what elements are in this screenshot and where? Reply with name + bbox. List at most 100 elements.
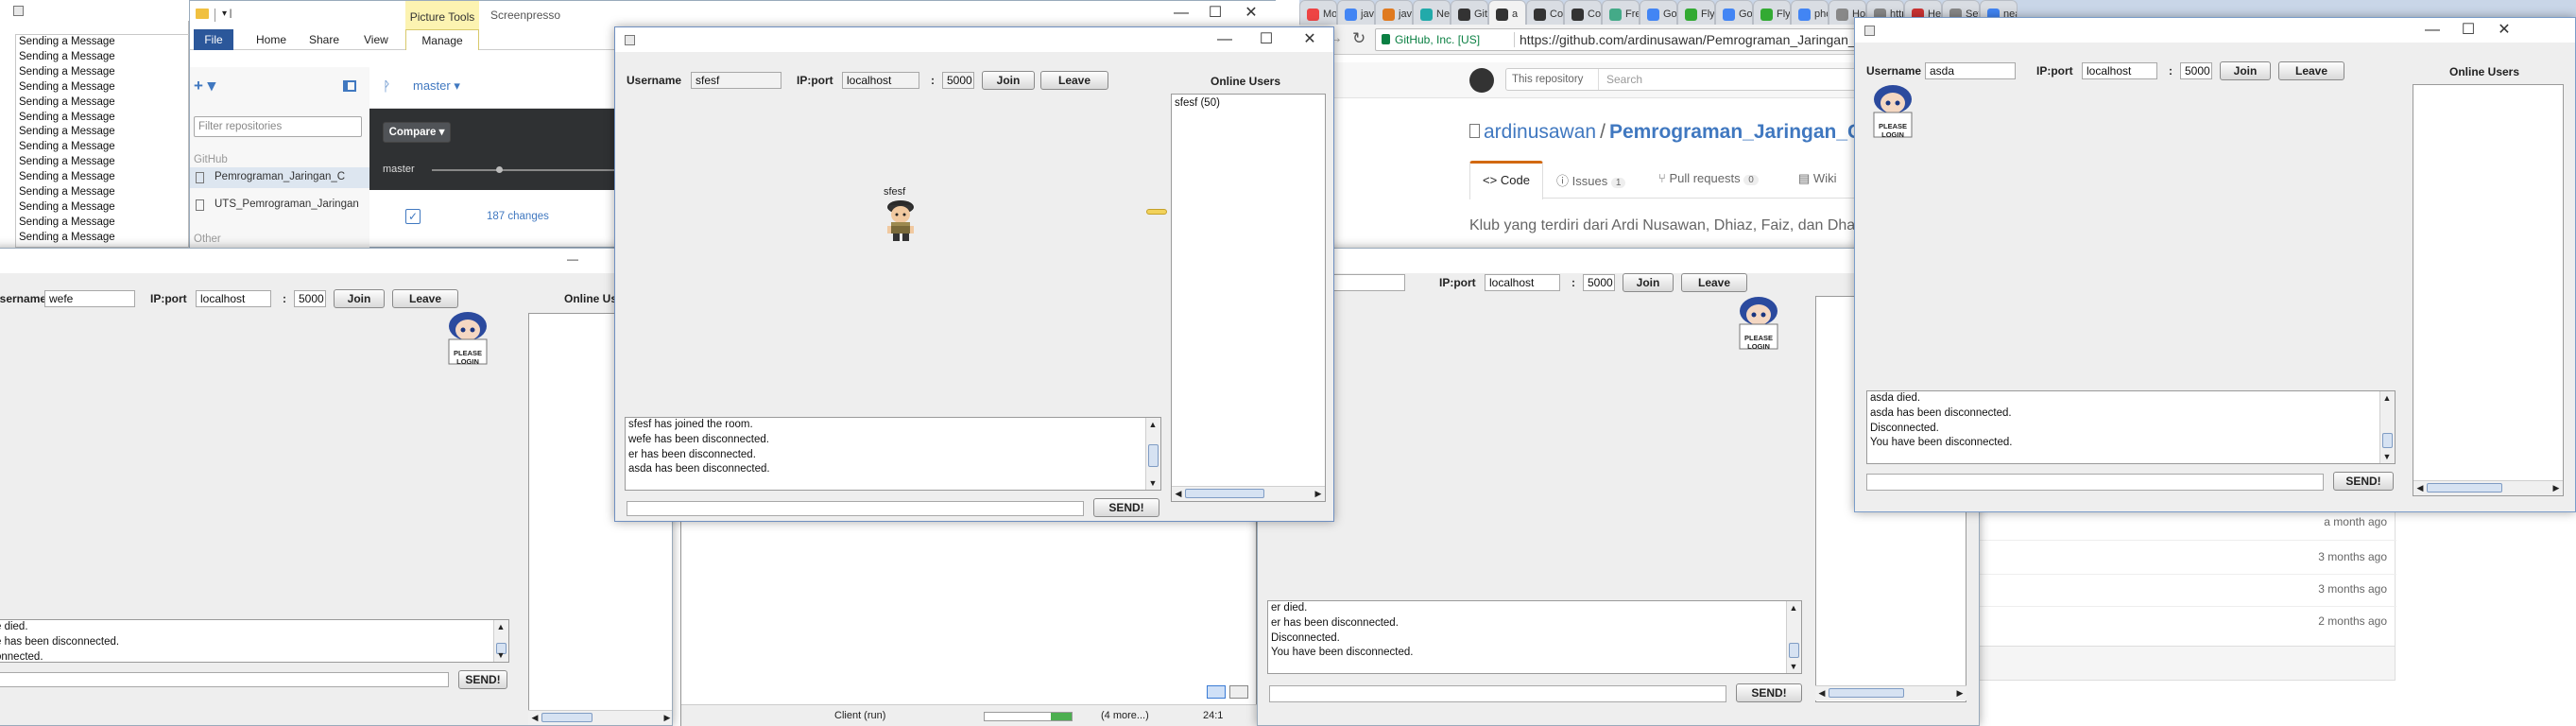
online-users-hscrollbar[interactable]: ▶ ◀ [2413, 480, 2563, 495]
join-button[interactable]: Join [334, 289, 385, 308]
ribbon-manage-tab[interactable]: Manage [405, 29, 479, 50]
tab-favicon-icon [1836, 9, 1848, 21]
ide-layout-icons[interactable] [1207, 685, 1250, 700]
chat-scrollbar[interactable]: ▲ ▼ [2379, 391, 2395, 463]
close-icon[interactable]: ✕ [1292, 30, 1328, 49]
host-field[interactable]: localhost [196, 290, 271, 307]
online-users-hscrollbar[interactable]: ▶ ◀ [528, 710, 672, 725]
browser-tab[interactable]: Netl [1413, 0, 1451, 26]
send-button[interactable]: SEND! [1736, 683, 1802, 702]
message-input[interactable] [0, 672, 449, 687]
host-field[interactable]: localhost [2082, 62, 2157, 79]
minimize-icon[interactable]: — [2414, 21, 2450, 40]
send-button[interactable]: SEND! [1093, 498, 1159, 517]
game-canvas[interactable]: sfesf [625, 94, 1175, 415]
send-button[interactable]: SEND! [2333, 472, 2394, 491]
port-field[interactable]: 5000 [942, 72, 974, 89]
ribbon-home-tab[interactable]: Home [256, 33, 286, 46]
chat-scrollbar[interactable]: ▲ ▼ [1145, 418, 1160, 490]
browser-tab[interactable]: Gith [1451, 0, 1488, 26]
maximize-icon[interactable]: ☐ [1248, 30, 1284, 49]
layout-icon[interactable] [1229, 685, 1248, 699]
online-user-entry[interactable]: sfesf (50) [1172, 95, 1325, 112]
online-users-hscrollbar[interactable]: ▶ ◀ [1815, 685, 1966, 700]
filter-repositories-input[interactable]: Filter repositories [194, 116, 362, 137]
online-users-hscrollbar[interactable]: ▶ ◀ [1172, 486, 1325, 501]
username-field[interactable]: asda [1925, 62, 2016, 79]
browser-tab[interactable]: Goc [1640, 0, 1677, 26]
github-logo-icon[interactable] [1469, 68, 1494, 93]
browser-tab[interactable]: Free [1602, 0, 1640, 26]
browser-tab[interactable]: a [1488, 0, 1526, 26]
browser-tab[interactable]: Con [1564, 0, 1602, 26]
message-input[interactable] [1866, 474, 2324, 491]
host-field[interactable]: localhost [1485, 274, 1560, 291]
send-button[interactable]: SEND! [458, 670, 507, 689]
port-field[interactable]: 5000 [2180, 62, 2212, 79]
select-all-checkbox[interactable]: ✓ [405, 209, 421, 224]
maximize-icon[interactable]: ☐ [2450, 21, 2486, 40]
ribbon-file-tab[interactable]: File [194, 29, 233, 50]
ribbon-share-tab[interactable]: Share [309, 33, 339, 46]
chat-log[interactable]: er died. er has been disconnected. Disconn… [1267, 600, 1802, 674]
ribbon-view-tab[interactable]: View [364, 33, 388, 46]
online-users-list[interactable]: sfesf (50) ▶ ◀ [1171, 94, 1326, 502]
browser-tab[interactable]: pho [1791, 0, 1829, 26]
leave-button[interactable]: Leave [392, 289, 458, 308]
join-button[interactable]: Join [2220, 61, 2271, 80]
reload-icon[interactable]: ↻ [1352, 29, 1365, 48]
more-tasks[interactable]: (4 more...) [1101, 710, 1149, 721]
browser-tab[interactable]: Mo [1299, 0, 1337, 26]
chat-log[interactable]: e died. e has been disconnected. onnected.… [0, 619, 509, 663]
port-field[interactable]: 5000 [1583, 274, 1615, 291]
join-button[interactable]: Join [982, 71, 1035, 90]
minimize-icon[interactable]: — [1163, 4, 1199, 23]
join-button[interactable]: Join [1623, 273, 1674, 292]
close-icon[interactable]: ✕ [1233, 4, 1269, 23]
repo-name-link[interactable]: Pemrograman_Jaringan_C [1609, 121, 1862, 143]
maximize-icon[interactable]: ☐ [1197, 4, 1233, 23]
branch-selector[interactable]: master ▾ [413, 78, 460, 94]
picture-tools-tab[interactable]: Picture Tools [405, 1, 479, 29]
username-field[interactable]: sfesf [691, 72, 781, 89]
message-input[interactable] [1269, 685, 1726, 702]
minimize-icon[interactable]: — [1207, 30, 1243, 49]
sidebar-toggle-icon[interactable] [343, 80, 356, 92]
username-field[interactable]: wefe [44, 290, 135, 307]
add-repository-button[interactable]: + ▾ [194, 77, 215, 95]
browser-tab[interactable]: Flye [1753, 0, 1791, 26]
tab-code[interactable]: <> Code [1469, 161, 1543, 199]
browser-tab[interactable]: java [1337, 0, 1375, 26]
sidebar-item-uts[interactable]: UTS_Pemrograman_Jaringan [215, 199, 359, 210]
repo-owner-link[interactable]: ardinusawan [1484, 121, 1596, 143]
chat-scrollbar[interactable]: ▲ ▼ [1786, 601, 1801, 673]
browser-tab[interactable]: Flye [1677, 0, 1715, 26]
layout-icon[interactable] [1207, 685, 1226, 699]
slash: / [1600, 121, 1606, 143]
browser-tab[interactable]: Con [1526, 0, 1564, 26]
repo-search-field[interactable]: This repository Search [1505, 68, 1857, 91]
compare-button[interactable]: Compare ▾ [383, 122, 451, 143]
online-users-list[interactable]: ▶ ◀ [2413, 84, 2564, 496]
host-field[interactable]: localhost [842, 72, 919, 89]
tab-pull-requests[interactable]: ⑂ Pull requests 0 [1658, 171, 1759, 185]
chat-scrollbar[interactable]: ▲ ▼ [493, 620, 508, 662]
port-field[interactable]: 5000 [294, 290, 326, 307]
chat-log[interactable]: sfesf has joined the room. wefe has been … [625, 417, 1161, 491]
repo-icon [196, 199, 204, 211]
tab-wiki[interactable]: ▤ Wiki [1798, 171, 1836, 186]
tab-issues[interactable]: ⓘ Issues 1 [1556, 171, 1626, 189]
url-text[interactable]: https://github.com/ardinusawan/Pemrogram… [1520, 32, 1865, 47]
pin-icon[interactable]: ▾ | [222, 9, 232, 19]
minimize-icon[interactable]: — [555, 250, 591, 268]
browser-tab[interactable]: Goc [1715, 0, 1753, 26]
console-log-line: Sending a Message [19, 126, 115, 138]
leave-button[interactable]: Leave [1681, 273, 1747, 292]
leave-button[interactable]: Leave [2278, 61, 2344, 80]
browser-tab[interactable]: java [1375, 0, 1413, 26]
close-icon[interactable]: ✕ [2486, 21, 2522, 40]
leave-button[interactable]: Leave [1040, 71, 1108, 90]
chat-log[interactable]: asda died. asda has been disconnected. Dis… [1866, 390, 2396, 464]
message-input[interactable] [627, 501, 1084, 516]
ipport-label: IP:port [1439, 276, 1476, 289]
